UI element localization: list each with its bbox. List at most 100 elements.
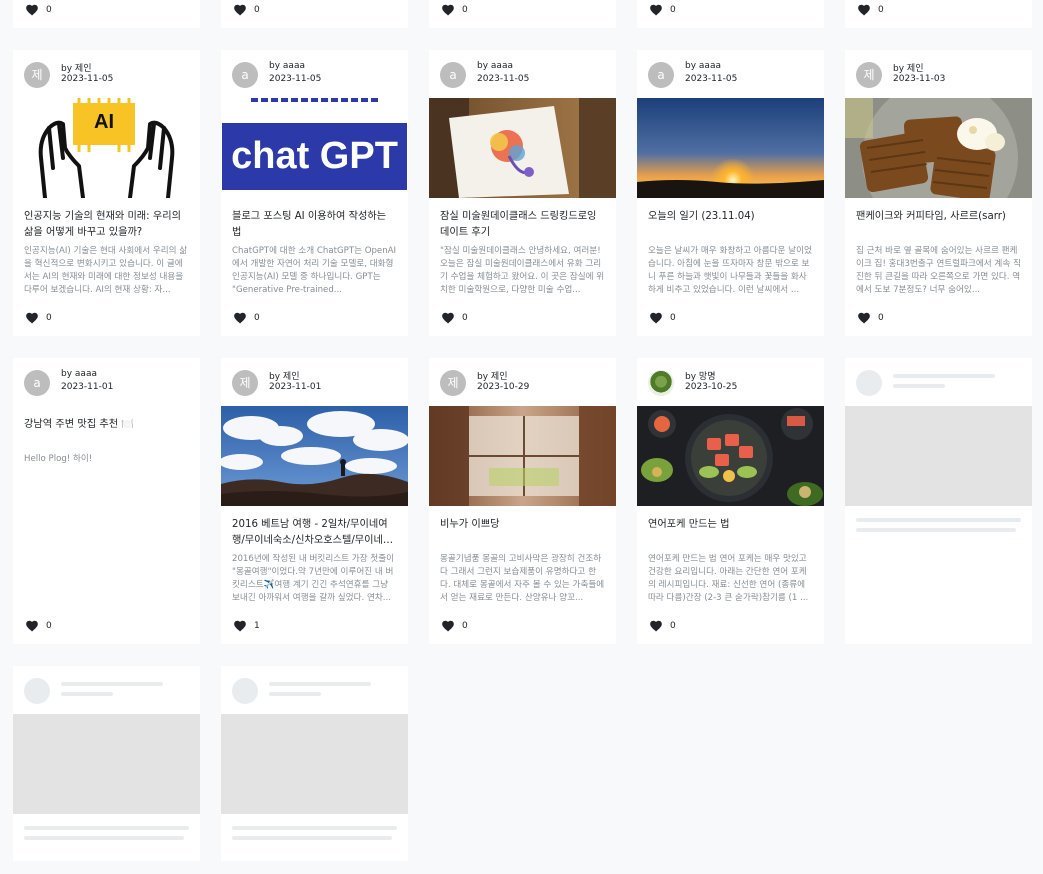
like-count: 0: [648, 619, 676, 633]
like-number: 0: [878, 313, 884, 323]
author-line[interactable]: by 제인: [61, 61, 91, 74]
chat-gpt-banner: chat GPT: [222, 123, 407, 190]
avatar[interactable]: 제: [232, 370, 258, 396]
like-count: 0: [24, 619, 52, 633]
post-description[interactable]: 연어포케 만드는 법 연어 포케는 매우 맛있고 건강한 요리입니다. 아래는 …: [648, 553, 813, 605]
post-description[interactable]: ChatGPT에 대한 소개 ChatGPT는 OpenAI에서 개발한 자연어…: [232, 245, 397, 297]
post-title[interactable]: 잠실 미술원데이클래스 드링킹드로잉 데이트 후기: [440, 209, 605, 241]
post-card[interactable]: a by aaaa 2023-11-05 오늘의 일기 (23.11.04) 오…: [637, 50, 824, 336]
author-name: 제인: [74, 64, 92, 74]
author-line[interactable]: by 제인: [269, 369, 299, 382]
avatar[interactable]: 제: [440, 370, 466, 396]
author-prefix: by: [477, 61, 489, 71]
post-description[interactable]: 집 근처 바로 옆 골목에 숨어있는 사르르 팬케이크 집! 홍대3번출구 연트…: [856, 245, 1021, 297]
heart-icon[interactable]: [648, 311, 664, 325]
post-card[interactable]: 0: [637, 0, 824, 28]
skeleton-line: [61, 692, 113, 696]
avatar[interactable]: [648, 370, 674, 396]
avatar[interactable]: a: [440, 62, 466, 88]
ai-hands-illustration: AI: [38, 98, 175, 198]
skeleton-line: [856, 518, 1021, 522]
post-header: a by aaaa 2023-11-05: [637, 50, 824, 98]
post-card[interactable]: 0: [221, 0, 408, 28]
post-thumbnail[interactable]: [637, 406, 824, 506]
post-date: 2023-11-01: [61, 382, 114, 392]
author-line[interactable]: by 제인: [477, 369, 507, 382]
like-count: 0: [24, 311, 52, 325]
author-name: 제인: [282, 372, 300, 382]
post-description[interactable]: 인공지능(AI) 기술은 현대 사회에서 우리의 삶을 혁신적으로 변화시키고 …: [24, 245, 189, 297]
post-thumbnail[interactable]: [429, 406, 616, 506]
post-card[interactable]: 제 by 제인 2023-11-03 팬케이크와 커피타임, 사르르(sarr)…: [845, 50, 1032, 336]
post-description[interactable]: Hello Plog! 하이!: [24, 453, 189, 466]
heart-icon[interactable]: [24, 619, 40, 633]
post-thumbnail[interactable]: chat GPT: [221, 98, 408, 198]
heart-icon[interactable]: [856, 311, 872, 325]
post-card[interactable]: 0: [13, 0, 200, 28]
post-description[interactable]: 오늘은 날씨가 매우 화창하고 아름다운 날이었습니다. 아침에 눈을 뜨자마자…: [648, 245, 813, 297]
skeleton-line: [893, 374, 995, 378]
post-title[interactable]: 팬케이크와 커피타임, 사르르(sarr): [856, 209, 1021, 225]
avatar[interactable]: 제: [24, 62, 50, 88]
heart-icon[interactable]: [24, 3, 40, 17]
post-description[interactable]: 2016년에 작성된 내 버킷리스트 가장 첫줄이 "몽골여행"이었다.약 7년…: [232, 553, 397, 605]
drawing-on-easel-image: [429, 98, 616, 198]
post-thumbnail[interactable]: [429, 98, 616, 198]
heart-icon[interactable]: [232, 311, 248, 325]
post-card[interactable]: a by aaaa 2023-11-05 잠실 미술원데이클래스 드링킹드로잉 …: [429, 50, 616, 336]
avatar[interactable]: a: [232, 62, 258, 88]
post-header: by 망명 2023-10-25: [637, 358, 824, 406]
like-number: 0: [46, 5, 52, 15]
post-card[interactable]: 0: [429, 0, 616, 28]
post-card[interactable]: 제 by 제인 2023-11-01 2016 베트남 여행 - 2일차/무이네…: [221, 358, 408, 644]
skeleton-image: [221, 714, 408, 814]
post-card[interactable]: 0: [845, 0, 1032, 28]
post-header: a by aaaa 2023-11-05: [429, 50, 616, 98]
post-title[interactable]: 오늘의 일기 (23.11.04): [648, 209, 813, 225]
heart-icon[interactable]: [648, 619, 664, 633]
post-title[interactable]: 인공지능 기술의 현재와 미래: 우리의 삶을 어떻게 바꾸고 있을까?: [24, 209, 189, 241]
heart-icon[interactable]: [24, 311, 40, 325]
heart-icon[interactable]: [232, 619, 248, 633]
author-line[interactable]: by 제인: [893, 61, 923, 74]
like-number: 0: [670, 313, 676, 323]
avatar[interactable]: 제: [856, 62, 882, 88]
author-line[interactable]: by 망명: [685, 369, 715, 382]
author-prefix: by: [477, 372, 489, 382]
author-line[interactable]: by aaaa: [477, 61, 513, 71]
heart-icon[interactable]: [232, 3, 248, 17]
post-thumbnail[interactable]: AI: [13, 98, 200, 198]
post-thumbnail[interactable]: [845, 98, 1032, 198]
post-title[interactable]: 블로그 포스팅 AI 이용하여 작성하는 법: [232, 209, 397, 241]
author-line[interactable]: by aaaa: [61, 369, 97, 379]
heart-icon[interactable]: [440, 311, 456, 325]
heart-icon[interactable]: [856, 3, 872, 17]
post-card[interactable]: by 망명 2023-10-25 연어포케 만드는 법 연어포케 만드는 법 연…: [637, 358, 824, 644]
post-card[interactable]: 제 by 제인 2023-10-29 비누가 이쁘당 몽골기념품 몽골의 고비사…: [429, 358, 616, 644]
post-title[interactable]: 2016 베트남 여행 - 2일차/무이네여행/무이네숙소/신차오호스텔/무이네…: [232, 517, 397, 549]
post-thumbnail[interactable]: [221, 406, 408, 506]
like-number: 0: [46, 313, 52, 323]
skeleton-line: [893, 384, 945, 388]
post-title[interactable]: 강남역 주변 맛집 추천 🍽️: [24, 417, 189, 433]
post-date: 2023-11-05: [477, 74, 530, 84]
like-count: 0: [440, 619, 468, 633]
heart-icon[interactable]: [440, 3, 456, 17]
author-line[interactable]: by aaaa: [269, 61, 305, 71]
post-card[interactable]: 제 by 제인 2023-11-05 AI 인공지능 기술의 현재와 미래: 우…: [13, 50, 200, 336]
avatar[interactable]: a: [24, 370, 50, 396]
post-card[interactable]: a by aaaa 2023-11-05 chat GPT 블로그 포스팅 AI…: [221, 50, 408, 336]
skeleton-avatar: [856, 370, 882, 396]
post-description[interactable]: "잠실 미술원데이클래스 안녕하세요, 여러분! 오늘은 잠실 미술원데이클래스…: [440, 245, 605, 297]
heart-icon[interactable]: [440, 619, 456, 633]
post-title[interactable]: 비누가 이쁘당: [440, 517, 605, 533]
avatar[interactable]: a: [648, 62, 674, 88]
post-description[interactable]: 몽골기념품 몽골의 고비사막은 광장히 건조하다 그래서 그런지 보습제품이 유…: [440, 553, 605, 605]
author-line[interactable]: by aaaa: [685, 61, 721, 71]
post-thumbnail[interactable]: [637, 98, 824, 198]
post-card[interactable]: a by aaaa 2023-11-01 강남역 주변 맛집 추천 🍽️ Hel…: [13, 358, 200, 644]
window-curtain-image: [429, 406, 616, 506]
post-header: 제 by 제인 2023-11-03: [845, 50, 1032, 98]
heart-icon[interactable]: [648, 3, 664, 17]
post-title[interactable]: 연어포케 만드는 법: [648, 517, 813, 533]
